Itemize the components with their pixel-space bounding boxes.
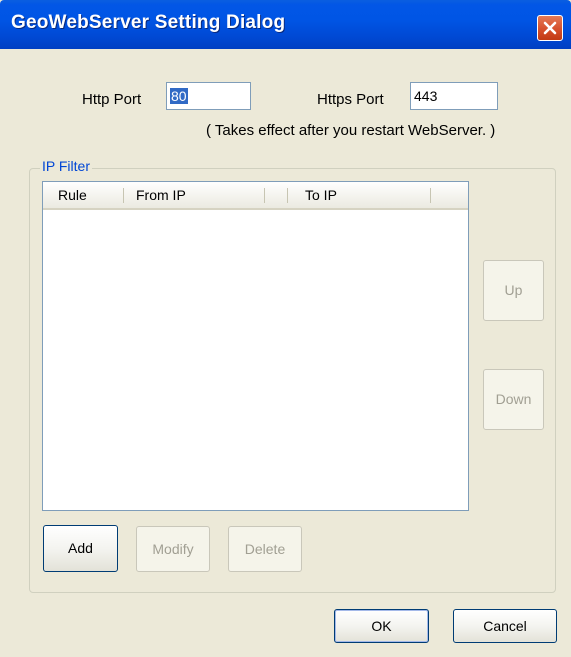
column-divider[interactable] bbox=[123, 188, 124, 203]
column-header-rule[interactable]: Rule bbox=[47, 182, 125, 208]
column-divider[interactable] bbox=[264, 188, 265, 203]
close-button[interactable] bbox=[537, 15, 563, 41]
https-port-label: Https Port bbox=[317, 91, 384, 108]
title-bar[interactable]: GeoWebServer Setting Dialog bbox=[0, 0, 571, 49]
ok-button[interactable]: OK bbox=[334, 609, 429, 643]
window-title: GeoWebServer Setting Dialog bbox=[11, 12, 286, 33]
delete-button[interactable]: Delete bbox=[228, 526, 302, 572]
column-divider[interactable] bbox=[287, 188, 288, 203]
column-header-to-ip[interactable]: To IP bbox=[294, 182, 429, 208]
modify-button[interactable]: Modify bbox=[136, 526, 210, 572]
ip-filter-label: IP Filter bbox=[40, 158, 92, 174]
list-header: Rule From IP To IP bbox=[43, 182, 468, 210]
down-button[interactable]: Down bbox=[483, 369, 544, 430]
ip-filter-list[interactable]: Rule From IP To IP bbox=[42, 181, 469, 511]
add-button[interactable]: Add bbox=[43, 525, 118, 572]
http-port-label: Http Port bbox=[82, 91, 142, 108]
https-port-input[interactable]: 443 bbox=[410, 82, 498, 110]
column-header-from-ip[interactable]: From IP bbox=[125, 182, 265, 208]
restart-note: ( Takes effect after you restart WebServ… bbox=[206, 122, 496, 139]
cancel-button[interactable]: Cancel bbox=[453, 609, 557, 643]
up-button[interactable]: Up bbox=[483, 260, 544, 321]
http-port-input[interactable]: 80 bbox=[166, 82, 251, 110]
https-port-value: 443 bbox=[414, 88, 438, 104]
close-icon bbox=[543, 21, 557, 35]
column-divider[interactable] bbox=[430, 188, 431, 203]
http-port-value: 80 bbox=[170, 88, 188, 104]
